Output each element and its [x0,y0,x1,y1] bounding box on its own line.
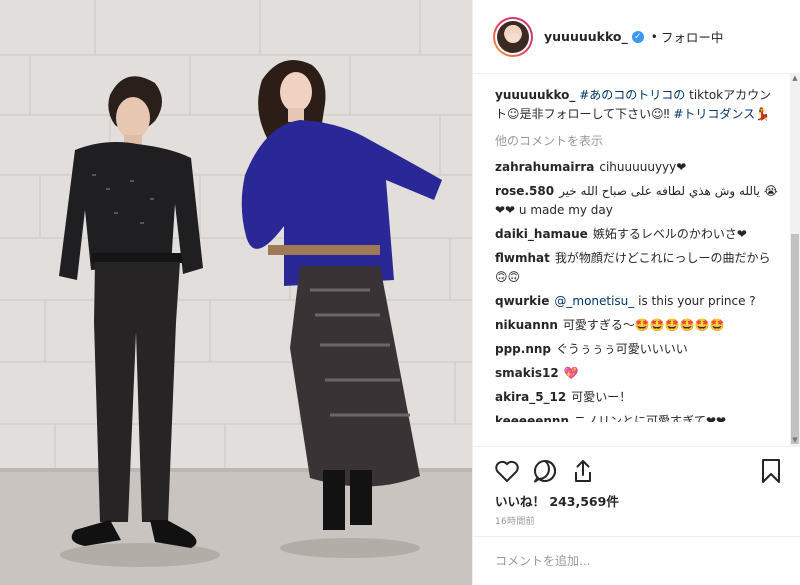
comment-text: 可愛いー！ [571,390,632,404]
caption-username[interactable]: yuuuuukko_ [495,88,575,102]
comment-item: rose.580 يالله وش هذي لطافه على صباح الله… [495,182,781,220]
comment-item: daiki_hamaue 嫉妬するレベルのかわいさ❤ [495,225,781,244]
comment-username[interactable]: rose.580 [495,184,554,198]
share-icon[interactable] [569,457,597,485]
comment-text: ぐうぅぅぅ可愛いいいい [556,342,688,356]
add-comment-bar [473,536,800,585]
post-header: yuuuuukko_ ✓ • フォロー中 [473,0,800,74]
post-caption: yuuuuukko_ #あのコのトリコの tiktokアカウント☺︎是非フォロー… [495,86,781,124]
follow-status-button[interactable]: フォロー中 [661,27,724,46]
separator-dot: • [650,29,658,44]
mention-link[interactable]: @_monetisu_ [554,294,634,308]
comment-item: flwmhat 我が物顔だけどこれにっしーの曲だから🙃🙃 [495,249,781,287]
post-photo [0,0,472,585]
comment-item: nikuannn 可愛すぎる〜🤩🤩🤩🤩🤩🤩 [495,316,781,335]
author-username[interactable]: yuuuuukko_ [544,29,628,44]
comment-item: qwurkie @_monetisu_ is this your prince ? [495,292,781,311]
comment-username[interactable]: nikuannn [495,318,558,332]
comment-item: smakis12 💖 [495,364,781,383]
comment-username[interactable]: qwurkie [495,294,549,308]
hashtag-link[interactable]: #トリコダンス [673,107,755,121]
comment-username[interactable]: zahrahumairra [495,160,594,174]
add-comment-input[interactable] [495,549,775,573]
heart-icon[interactable] [493,457,521,485]
likes-suffix: 件 [606,494,619,509]
scrollbar-thumb[interactable] [791,234,799,444]
verified-badge-icon: ✓ [631,30,644,43]
action-icons [493,457,793,487]
comment-text: cihuuuuuyyy❤ [599,160,687,174]
view-more-comments-link[interactable]: 他のコメントを表示 [495,132,781,149]
post-actions: いいね！ 243,569件 16時間前 [473,446,800,585]
post-detail-panel: yuuuuukko_ ✓ • フォロー中 yuuuuukko_ #あのコのトリコ… [472,0,800,585]
comment-text: 嫉妬するレベルのかわいさ❤ [592,227,747,241]
comment-username[interactable]: smakis12 [495,366,559,380]
comment-item: zahrahumairra cihuuuuuyyy❤ [495,158,781,177]
comment-username[interactable]: flwmhat [495,251,550,265]
comment-username[interactable]: daiki_hamaue [495,227,588,241]
comment-username[interactable]: keeeeennn [495,414,569,422]
likes-count[interactable]: いいね！ 243,569件 [495,491,619,510]
comment-text: is this your prince ? [634,294,756,308]
comments-scrollbar[interactable]: ▲ ▼ [790,74,800,446]
comment-text: ニノリンとに可愛すぎて❤❤ [573,414,727,422]
bookmark-icon[interactable] [757,457,785,485]
comment-item: akira_5_12 可愛いー！ [495,388,781,407]
likes-label: いいね！ [495,494,546,509]
post-timestamp[interactable]: 16時間前 [495,514,535,527]
comment-bubble-icon[interactable] [531,457,559,485]
comment-item: ppp.nnp ぐうぅぅぅ可愛いいいい [495,340,781,359]
comment-text: 💖 [563,366,579,380]
scroll-up-arrow-icon[interactable]: ▲ [791,74,799,84]
comment-username[interactable]: ppp.nnp [495,342,551,356]
comments-list: yuuuuukko_ #あのコのトリコの tiktokアカウント☺︎是非フォロー… [473,74,791,446]
caption-emoji: 💃 [755,107,771,121]
likes-number: 243,569 [549,494,607,509]
comment-username[interactable]: akira_5_12 [495,390,566,404]
hashtag-link[interactable]: #あのコのトリコの [579,88,685,102]
scroll-down-arrow-icon[interactable]: ▼ [791,436,799,446]
comment-item: keeeeennn ニノリンとに可愛すぎて❤❤ [495,412,781,422]
avatar[interactable] [493,16,533,57]
comment-text: 可愛すぎる〜🤩🤩🤩🤩🤩🤩 [562,318,725,332]
post-media[interactable] [0,0,472,585]
